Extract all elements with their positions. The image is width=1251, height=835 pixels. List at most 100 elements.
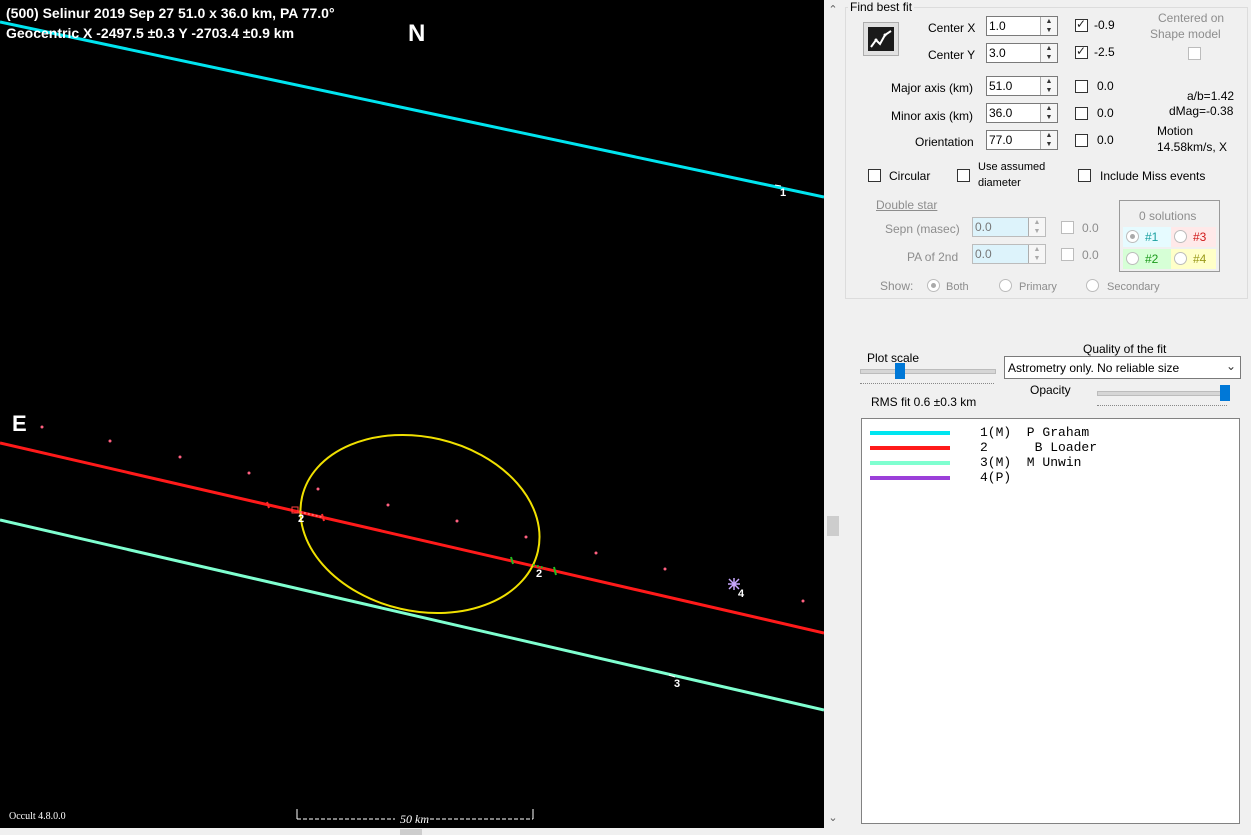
observer-4-swatch [870,476,950,480]
orientation-input[interactable]: 77.0 ▲ ▼ [986,130,1058,150]
plot-scale-label: Plot scale [867,351,920,365]
center-y-spin-buttons[interactable]: ▲ ▼ [1040,44,1057,62]
show-secondary-radio[interactable] [1086,279,1099,292]
observer-row-2[interactable]: 2 B Loader [862,440,1239,455]
pa2-checkbox[interactable] [1061,248,1074,261]
occultation-plot[interactable]: (500) Selinur 2019 Sep 27 51.0 x 36.0 km… [0,0,824,828]
plot-horizontal-scrollbar[interactable] [0,828,842,835]
sepn-input[interactable]: 0.0 ▲ ▼ [972,217,1046,237]
solution-2-radio[interactable] [1126,252,1139,265]
sepn-label: Sepn (masec) [885,222,960,236]
pa2-spin-buttons[interactable]: ▲ ▼ [1028,245,1045,263]
observer-row-3[interactable]: 3(M) M Unwin [862,455,1239,470]
solution-4-cell[interactable]: #4 [1171,249,1216,269]
opacity-track[interactable] [1097,391,1229,396]
solution-4-radio[interactable] [1174,252,1187,265]
minor-axis-label: Minor axis (km) [891,109,974,123]
plot-scale-track[interactable] [860,369,996,374]
center-y-label: Center Y [928,48,976,62]
hscroll-thumb[interactable] [400,829,422,835]
center-x-check-value: -0.9 [1094,18,1115,32]
center-x-checkbox[interactable] [1075,17,1088,32]
motion-label: Motion [1157,124,1194,138]
quality-select[interactable]: Astrometry only. No reliable size ⌄ [1004,356,1241,379]
major-axis-checkbox[interactable] [1075,80,1088,93]
use-assumed-line1: Use assumed [978,161,1046,173]
observer-3-swatch [870,461,950,465]
solution-2-cell[interactable]: #2 [1123,249,1171,269]
minor-axis-spin-buttons[interactable]: ▲ ▼ [1040,104,1057,122]
chord-4-label: 4 [738,588,745,600]
show-label: Show: [880,279,914,293]
plot-vertical-scrollbar[interactable]: ⌃ ⌄ [824,0,842,828]
show-both-radio[interactable] [927,279,940,292]
pa2-input[interactable]: 0.0 ▲ ▼ [972,244,1046,264]
chord-2-line [0,441,824,635]
scroll-thumb[interactable] [827,516,839,536]
orientation-checkbox[interactable] [1075,134,1088,147]
minor-axis-checkbox[interactable] [1075,107,1088,120]
use-assumed-line2: diameter [978,177,1021,189]
observer-2-swatch [870,446,950,450]
center-y-checkbox[interactable] [1075,44,1088,59]
opacity-slider[interactable] [1220,385,1230,401]
observer-list[interactable]: 1(M) P Graham 2 B Loader 3(M) M Unwin 4(… [861,418,1240,824]
asteroid-profile-ellipse [299,433,541,615]
center-x-spin-buttons[interactable]: ▲ ▼ [1040,17,1057,35]
scroll-up-icon[interactable]: ⌃ [824,2,842,19]
chord-1-label: 1 [780,187,787,199]
minor-axis-input[interactable]: 36.0 ▲ ▼ [986,103,1058,123]
fit-chart-icon [868,27,894,51]
circular-label: Circular [889,169,931,183]
version-label: Occult 4.8.0.0 [9,811,66,822]
motion-value: 14.58km/s, X [1157,140,1228,154]
show-primary-label: Primary [1019,281,1057,293]
plot-scale-slider[interactable] [895,363,905,379]
solution-3-radio[interactable] [1174,230,1187,243]
center-x-input[interactable]: 1.0 ▲ ▼ [986,16,1058,36]
circular-checkbox[interactable] [868,169,881,182]
solution-3-cell[interactable]: #3 [1171,227,1216,247]
chord-2-label-left: 2 [298,513,305,525]
center-y-check-value: -2.5 [1094,45,1115,59]
pa2-check-value: 0.0 [1082,248,1099,262]
scroll-down-icon[interactable]: ⌄ [824,810,842,827]
find-best-fit-button[interactable] [863,22,899,56]
double-star-label: Double star [876,198,938,212]
orientation-spin-buttons[interactable]: ▲ ▼ [1040,131,1057,149]
find-best-fit-legend: Find best fit [848,0,915,14]
solution-1-radio[interactable] [1126,230,1139,243]
centered-on-shape-line1: Centered on [1158,11,1225,25]
sepn-check-value: 0.0 [1082,221,1099,235]
plot-canvas [0,20,824,820]
centered-on-shape-checkbox[interactable] [1188,47,1201,60]
chord-2-label-right: 2 [536,568,543,580]
solution-1-cell[interactable]: #1 [1123,227,1171,247]
sepn-checkbox[interactable] [1061,221,1074,234]
major-axis-input[interactable]: 51.0 ▲ ▼ [986,76,1058,96]
show-both-label: Both [946,281,969,293]
observer-row-4[interactable]: 4(P) [862,470,1239,485]
track-dots [40,425,805,603]
chord-3-line [0,518,824,712]
major-axis-check-value: 0.0 [1097,79,1114,93]
include-miss-checkbox[interactable] [1078,169,1091,182]
dmag-label: dMag=-0.38 [1169,104,1234,118]
orientation-check-value: 0.0 [1097,133,1114,147]
show-primary-radio[interactable] [999,279,1012,292]
observer-1-swatch [870,431,950,435]
observer-row-1[interactable]: 1(M) P Graham [862,425,1239,440]
plot-scale-ticks [860,383,994,387]
major-axis-spin-buttons[interactable]: ▲ ▼ [1040,77,1057,95]
chevron-down-icon: ⌄ [1225,359,1236,373]
center-y-input[interactable]: 3.0 ▲ ▼ [986,43,1058,63]
sepn-spin-buttons[interactable]: ▲ ▼ [1028,218,1045,236]
ab-ratio-label: a/b=1.42 [1187,89,1235,103]
orientation-label: Orientation [915,135,974,149]
use-assumed-diameter-checkbox[interactable] [957,169,970,182]
quality-label: Quality of the fit [1083,342,1167,356]
center-x-label: Center X [928,21,976,35]
scale-bar-label: 50 km [400,812,429,826]
plot-title-line1: (500) Selinur 2019 Sep 27 51.0 x 36.0 km… [6,5,335,21]
chord-1-line [0,20,824,199]
